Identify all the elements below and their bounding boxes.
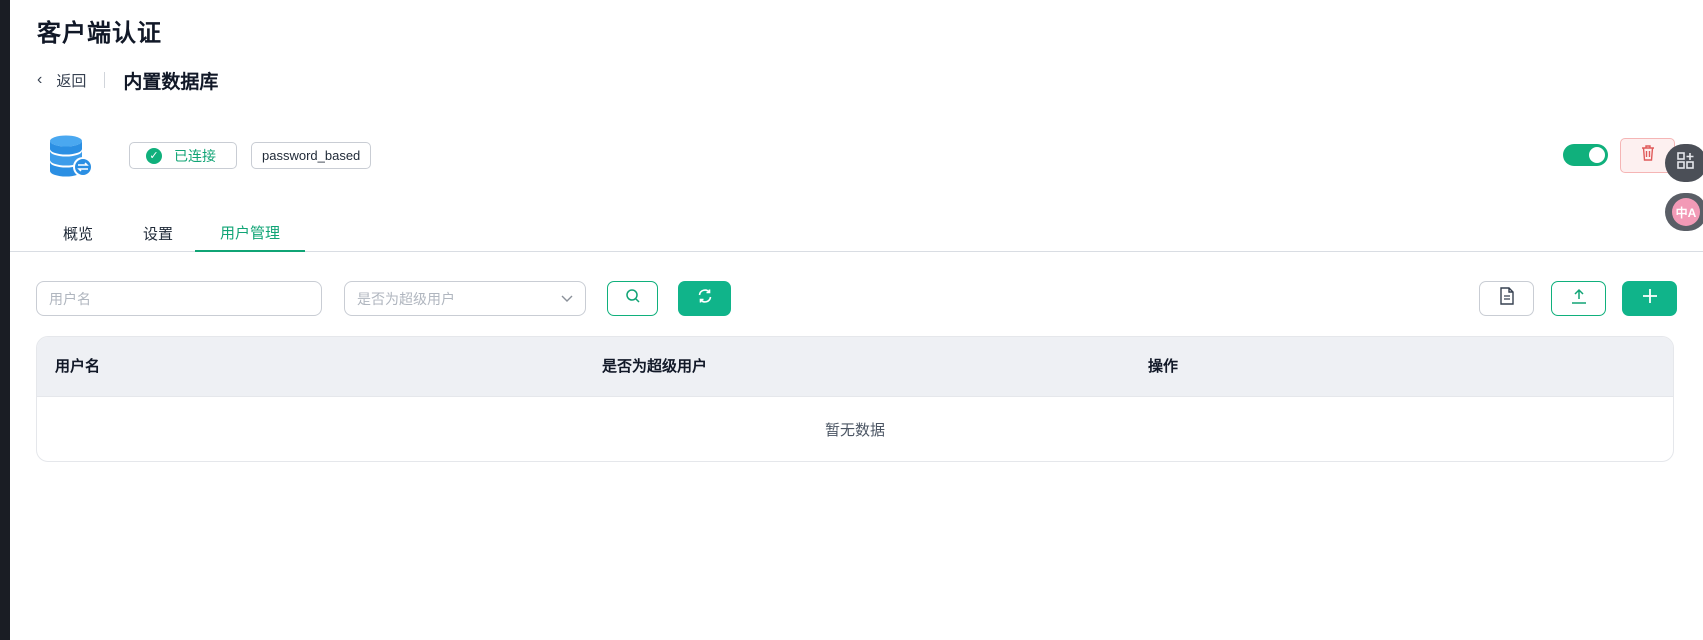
auth-type-badge: password_based: [251, 142, 372, 169]
tab-overview[interactable]: 概览: [50, 215, 106, 252]
document-icon: [1499, 287, 1515, 310]
column-header-actions: 操作: [1148, 358, 1179, 375]
enable-toggle[interactable]: [1563, 144, 1608, 166]
superuser-select-placeholder: 是否为超级用户: [357, 290, 455, 307]
connection-status-badge: ✓ 已连接: [129, 142, 237, 169]
trash-icon: [1639, 144, 1657, 167]
superuser-select[interactable]: 是否为超级用户: [344, 281, 586, 316]
chevron-down-icon: [561, 292, 573, 306]
users-table: 用户名 是否为超级用户 操作 暂无数据: [36, 336, 1674, 462]
upload-icon: [1570, 287, 1588, 310]
breadcrumb: ‹ 返回 内置数据库: [37, 66, 218, 94]
username-search-input[interactable]: 用户名: [36, 281, 322, 316]
check-circle-icon: ✓: [146, 147, 162, 164]
apps-float-button[interactable]: [1665, 144, 1703, 182]
search-button[interactable]: [607, 281, 658, 316]
tab-user-management[interactable]: 用户管理: [195, 215, 305, 252]
tab-bar: 概览 设置 用户管理: [10, 215, 1703, 252]
page-title: 客户端认证: [37, 20, 162, 47]
status-label: 已连接: [174, 147, 216, 164]
plus-icon: [1641, 287, 1659, 310]
apps-icon: [1676, 151, 1696, 176]
refresh-icon: [696, 287, 714, 310]
breadcrumb-divider: [104, 72, 106, 88]
back-label: 返回: [56, 72, 87, 90]
refresh-button[interactable]: [678, 281, 731, 316]
database-icon: [48, 134, 94, 178]
import-button[interactable]: [1551, 281, 1606, 316]
document-button[interactable]: [1479, 281, 1534, 316]
breadcrumb-current: 内置数据库: [123, 71, 219, 93]
toggle-knob: [1589, 147, 1605, 163]
chevron-left-icon: ‹: [37, 71, 43, 88]
table-header: 用户名 是否为超级用户 操作: [37, 337, 1673, 397]
tab-settings[interactable]: 设置: [130, 215, 186, 252]
column-header-username: 用户名: [55, 358, 101, 375]
column-header-superuser: 是否为超级用户: [602, 358, 708, 375]
back-button[interactable]: ‹ 返回: [37, 70, 86, 91]
empty-state: 暂无数据: [824, 422, 885, 439]
window-edge: [0, 0, 10, 640]
search-icon: [625, 288, 641, 309]
add-user-button[interactable]: [1622, 281, 1677, 316]
